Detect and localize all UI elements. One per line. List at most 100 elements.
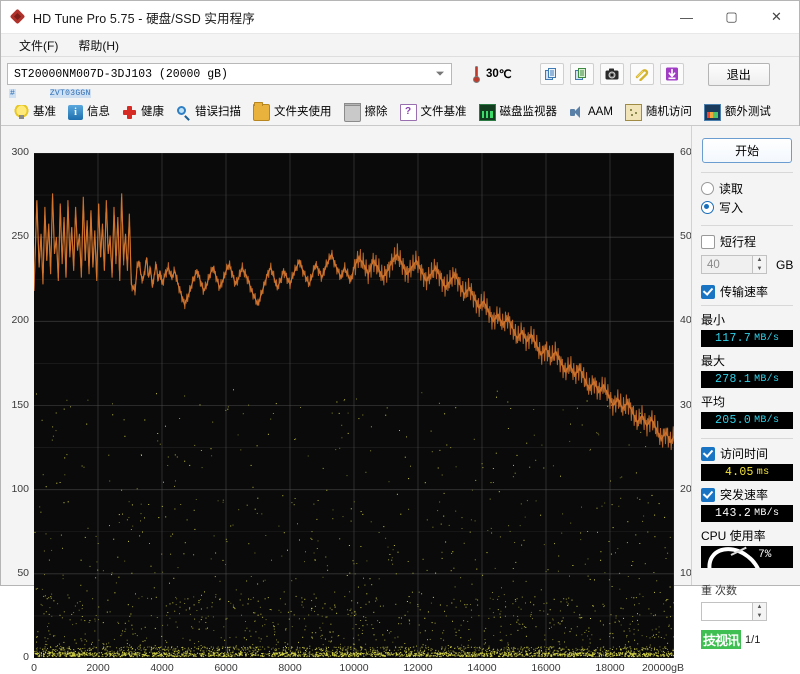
tab-error-scan-label: 错误扫描 — [195, 105, 241, 118]
access-time-unit: ms — [756, 467, 770, 478]
tab-random-access-label: 随机访问 — [645, 105, 692, 118]
control-panel: 开始 读取 写入 短行程 40 ▲ ▼ GB 传输速率 最小 117.7 MB/… — [691, 126, 800, 649]
start-button[interactable]: 开始 — [702, 138, 793, 163]
min-unit: MB/s — [754, 333, 780, 344]
extra-option-stepper[interactable]: ▲ ▼ — [701, 602, 793, 621]
tab-file-benchmark-label: 文件基准 — [420, 105, 467, 118]
tab-benchmark[interactable]: 基准 — [9, 103, 61, 122]
y-axis-tick: 300 — [11, 146, 29, 158]
mode-read-option[interactable]: 读取 — [701, 180, 793, 197]
chart-plot-area[interactable] — [34, 153, 674, 658]
trash-icon — [343, 102, 361, 122]
copy-alt-button[interactable] — [569, 63, 594, 85]
tab-info[interactable]: 信息 — [63, 103, 115, 122]
tab-random-access[interactable]: 随机访问 — [620, 102, 697, 123]
menu-help[interactable]: 帮助(H) — [68, 35, 129, 56]
max-label: 最大 — [701, 354, 726, 368]
tab-file-benchmark[interactable]: 文件基准 — [395, 102, 472, 123]
x-axis-tick: 10000 — [339, 662, 369, 674]
maximize-button[interactable]: ▢ — [709, 1, 754, 33]
avg-label: 平均 — [701, 395, 726, 409]
x-axis-tick: 20000gB — [641, 662, 684, 674]
short-stroke-input[interactable]: 40 — [701, 255, 753, 274]
speaker-icon — [569, 105, 584, 120]
tab-health-label: 健康 — [141, 105, 164, 118]
y-axis-tick: 50 — [17, 566, 29, 579]
cpu-usage-value: 7% — [758, 549, 772, 561]
toolbar-icon-buttons — [539, 63, 684, 85]
copy-green-icon — [575, 67, 587, 80]
extra-spin-arrows[interactable]: ▲ ▼ — [753, 602, 767, 621]
title-bar: HD Tune Pro 5.75 - 硬盘/SSD 实用程序 — ▢ ✕ — [1, 1, 799, 34]
random-icon — [624, 103, 642, 121]
exit-button[interactable]: 退出 — [707, 62, 770, 86]
x-axis-tick: 0 — [31, 662, 37, 674]
extra-option-input[interactable] — [701, 602, 753, 621]
folder-icon — [253, 102, 270, 121]
short-stroke-spin-arrows[interactable]: ▲ ▼ — [753, 255, 767, 274]
burst-rate-unit: MB/s — [754, 508, 780, 519]
tab-folder-usage[interactable]: 文件夹使用 — [248, 101, 337, 123]
benchmark-chart: MB/s ms 05010015020025030010203040506002… — [1, 126, 691, 674]
access-time-checkbox[interactable]: 访问时间 — [701, 445, 793, 462]
drive-select-value: ST20000NM007D-3DJ103 (20000 gB) — [14, 67, 228, 81]
close-button[interactable]: ✕ — [754, 1, 799, 33]
spin-down-icon[interactable]: ▼ — [753, 612, 766, 621]
hd-tune-window: HD Tune Pro 5.75 - 硬盘/SSD 实用程序 — ▢ ✕ 文件(… — [0, 0, 800, 674]
download-button[interactable] — [659, 63, 684, 85]
spin-up-icon[interactable]: ▲ — [753, 603, 766, 612]
min-value-box: 117.7 MB/s — [701, 330, 794, 347]
y-axis-tick: 250 — [11, 230, 29, 243]
thermometer-icon — [472, 65, 481, 83]
drive-select[interactable]: ST20000NM007D-3DJ103 (20000 gB) — [7, 63, 452, 85]
divider — [701, 438, 794, 439]
spin-up-icon[interactable]: ▲ — [753, 256, 766, 265]
temperature-indicator: 30 ℃ — [472, 65, 512, 83]
max-value: 278.1 — [715, 373, 752, 386]
tab-erase[interactable]: 擦除 — [339, 101, 393, 124]
cpu-usage-gauge: 7% — [701, 546, 794, 568]
x-axis-tick: 8000 — [278, 662, 302, 674]
watermark-text: 技视讯 — [701, 630, 742, 649]
max-value-box: 278.1 MB/s — [701, 371, 794, 388]
attach-button[interactable] — [629, 63, 654, 85]
tab-aam-label: AAM — [588, 105, 613, 118]
burst-rate-checkbox[interactable]: 突发速率 — [701, 486, 793, 503]
minimize-button[interactable]: — — [664, 1, 709, 33]
screenshot-button[interactable] — [599, 63, 624, 85]
avg-value-box: 205.0 MB/s — [701, 412, 794, 429]
tab-disk-monitor-label: 磁盘监视器 — [499, 105, 558, 118]
tab-strip: 基准 信息 健康 错误扫描 文件夹使用 擦除 文件基准 磁盘监视器 — [1, 99, 799, 126]
tab-error-scan[interactable]: 错误扫描 — [171, 103, 246, 122]
drive-toolbar: ST20000NM007D-3DJ103 (20000 gB) 30 ℃ 退出 — [1, 57, 799, 88]
transfer-rate-label: 传输速率 — [720, 285, 769, 299]
avg-value: 205.0 — [715, 414, 752, 427]
mode-write-option[interactable]: 写入 — [701, 199, 793, 216]
tab-disk-monitor[interactable]: 磁盘监视器 — [474, 102, 563, 123]
menu-file[interactable]: 文件(F) — [9, 35, 68, 56]
window-controls: — ▢ ✕ — [664, 1, 799, 33]
access-time-label: 访问时间 — [720, 447, 769, 461]
short-stroke-stepper[interactable]: 40 ▲ ▼ GB — [701, 255, 793, 274]
tab-aam[interactable]: AAM — [564, 103, 618, 122]
drive-serial-row: # ZVT03GGN — [1, 88, 799, 99]
spin-down-icon[interactable]: ▼ — [753, 265, 766, 274]
y-axis-tick: 200 — [11, 314, 29, 327]
short-stroke-checkbox[interactable]: 短行程 — [701, 233, 793, 250]
min-value: 117.7 — [715, 332, 752, 345]
cpu-usage-label: CPU 使用率 — [701, 529, 766, 543]
tab-info-label: 信息 — [87, 105, 110, 118]
transfer-rate-checkbox[interactable]: 传输速率 — [701, 283, 793, 300]
magnifier-icon — [176, 105, 191, 120]
tab-folder-usage-label: 文件夹使用 — [274, 105, 332, 118]
short-stroke-label: 短行程 — [720, 235, 757, 249]
tab-extra-tests[interactable]: 额外测试 — [699, 102, 776, 123]
min-label: 最小 — [701, 313, 726, 327]
x-axis-tick: 14000 — [467, 662, 497, 674]
burst-rate-value: 143.2 — [715, 507, 752, 520]
extra-option-label: 重 次数 — [701, 585, 738, 597]
divider — [701, 225, 794, 226]
radio-read-icon — [701, 182, 714, 195]
tab-health[interactable]: 健康 — [117, 103, 169, 122]
copy-button[interactable] — [539, 63, 564, 85]
